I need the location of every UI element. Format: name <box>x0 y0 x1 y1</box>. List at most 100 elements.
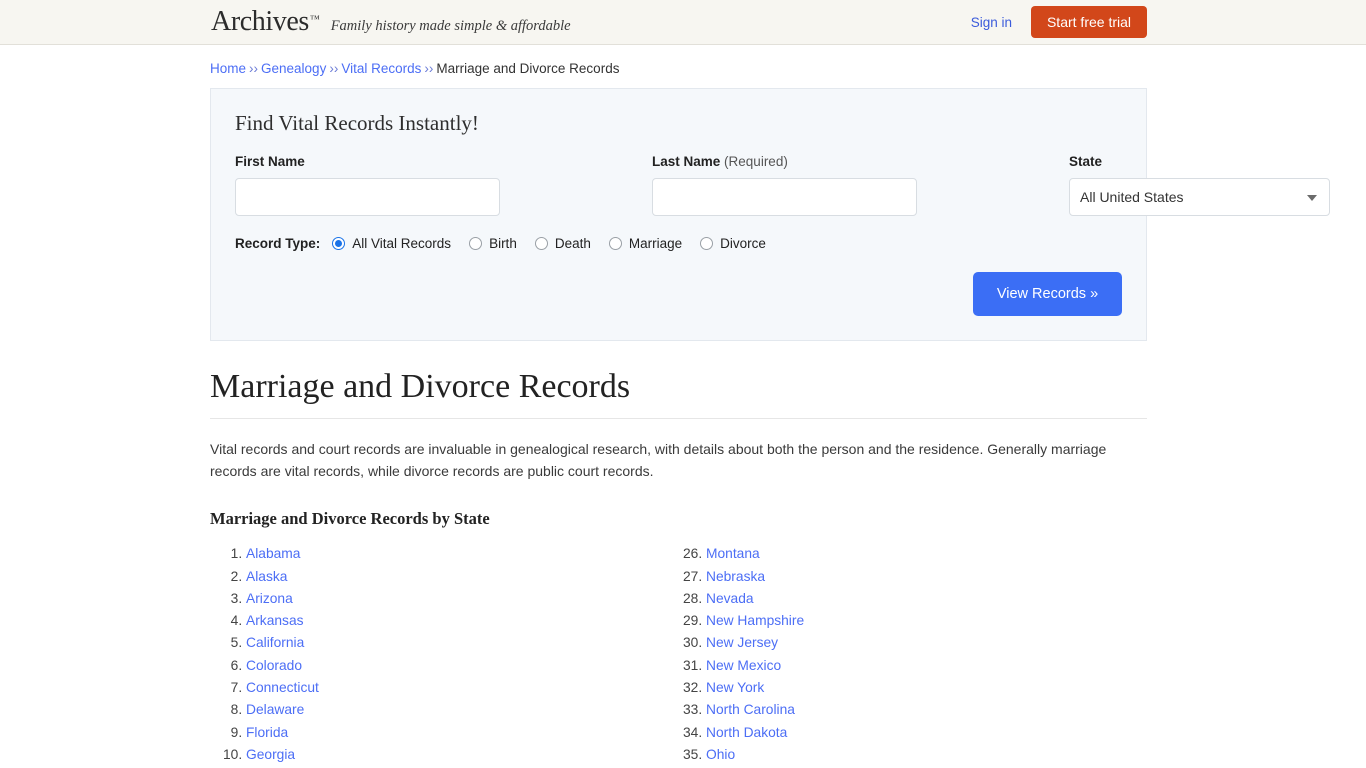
state-link-alabama[interactable]: Alabama <box>246 546 300 561</box>
state-label: State <box>1069 154 1103 169</box>
state-list-item: Alaska <box>246 566 670 588</box>
radio-icon[interactable] <box>534 237 548 250</box>
vital-records-search-panel: Find Vital Records Instantly! First Name… <box>210 88 1330 341</box>
state-field-group: State All United States <box>1069 154 1330 216</box>
radio-birth[interactable]: Birth <box>469 236 517 251</box>
state-list-item: California <box>246 632 670 654</box>
page-title: Marriage and Divorce Records <box>210 368 1147 419</box>
first-name-label: First Name <box>235 154 305 169</box>
radio-all-vital-records[interactable]: All Vital Records <box>332 236 451 251</box>
state-list-right: Montana Nebraska Nevada New Hampshire New Je… <box>670 543 1130 768</box>
breadcrumb-item-vital-records[interactable]: Vital Records <box>341 61 421 76</box>
header-actions: Sign in Start free trial <box>971 6 1147 38</box>
sign-in-link[interactable]: Sign in <box>971 15 1012 30</box>
chevron-down-icon <box>1307 195 1317 201</box>
radio-icon[interactable] <box>700 237 714 250</box>
state-link-north-dakota[interactable]: North Dakota <box>706 725 787 740</box>
state-links-columns: Alabama Alaska Arizona Arkansas California Co… <box>210 543 1147 768</box>
state-list-subheading: Marriage and Divorce Records by State <box>210 509 490 529</box>
search-panel-title: Find Vital Records Instantly! <box>235 111 479 135</box>
intro-paragraph: Vital records and court records are inva… <box>210 441 1107 480</box>
state-link-nevada[interactable]: Nevada <box>706 591 754 606</box>
trademark-icon: ™ <box>309 14 320 25</box>
state-list-item: New Hampshire <box>706 610 1130 632</box>
brand[interactable]: Archives ™ Family history made simple & a… <box>211 8 571 36</box>
state-list-item: Florida <box>246 722 670 744</box>
breadcrumb-separator: ›› <box>249 61 259 76</box>
radio-label-marriage: Marriage <box>628 236 683 251</box>
state-link-connecticut[interactable]: Connecticut <box>246 680 319 695</box>
view-records-button[interactable]: View Records » <box>973 272 1122 316</box>
brand-tagline: Family history made simple & affordable <box>330 18 571 34</box>
state-link-arkansas[interactable]: Arkansas <box>246 613 304 628</box>
radio-icon[interactable] <box>608 237 622 250</box>
radio-label-birth: Birth <box>489 236 517 251</box>
radio-label-death: Death <box>554 236 591 251</box>
radio-icon-selected[interactable] <box>332 237 346 250</box>
state-list-item: Alabama <box>246 543 670 565</box>
state-link-new-mexico[interactable]: New Mexico <box>706 658 781 673</box>
site-header: Archives ™ Family history made simple & a… <box>0 0 1366 45</box>
last-name-required-note: (Required) <box>724 154 788 169</box>
first-name-input[interactable] <box>235 178 500 216</box>
record-type-label: Record Type: <box>235 236 321 251</box>
state-list-item: Delaware <box>246 699 670 721</box>
state-list-item: New Mexico <box>706 655 1130 677</box>
state-link-new-hampshire[interactable]: New Hampshire <box>706 613 804 628</box>
state-link-ohio[interactable]: Ohio <box>706 747 735 762</box>
state-link-arizona[interactable]: Arizona <box>246 591 293 606</box>
last-name-input[interactable] <box>652 178 917 216</box>
state-link-alaska[interactable]: Alaska <box>246 569 287 584</box>
state-list-item: New York <box>706 677 1130 699</box>
state-link-georgia[interactable]: Georgia <box>246 747 295 762</box>
state-list-item: Ohio <box>706 744 1130 766</box>
state-select[interactable]: All United States <box>1069 178 1330 216</box>
breadcrumb-item-current: Marriage and Divorce Records <box>436 61 620 76</box>
state-list-item: Colorado <box>246 655 670 677</box>
state-list-item: Montana <box>706 543 1130 565</box>
state-list-item: New Jersey <box>706 632 1130 654</box>
search-fields-row: First Name Last Name (Required) State Al… <box>235 154 1330 216</box>
brand-logo-text: Archives <box>211 6 309 37</box>
breadcrumb-separator: ›› <box>424 61 434 76</box>
breadcrumb-item-home[interactable]: Home <box>210 61 246 76</box>
state-link-california[interactable]: California <box>246 635 304 650</box>
state-list-item: Nevada <box>706 588 1130 610</box>
state-link-new-jersey[interactable]: New Jersey <box>706 635 778 650</box>
radio-icon[interactable] <box>469 237 483 250</box>
state-list-item: Nebraska <box>706 566 1130 588</box>
state-link-new-york[interactable]: New York <box>706 680 764 695</box>
state-list-item: Georgia <box>246 744 670 766</box>
state-column-right: Montana Nebraska Nevada New Hampshire New Je… <box>670 543 1130 768</box>
state-list-item: Arkansas <box>246 610 670 632</box>
state-link-north-carolina[interactable]: North Carolina <box>706 702 795 717</box>
state-link-nebraska[interactable]: Nebraska <box>706 569 765 584</box>
search-submit-row: View Records » <box>235 272 1122 316</box>
state-list-item: Arizona <box>246 588 670 610</box>
last-name-label-text: Last Name <box>652 154 721 169</box>
radio-label-divorce: Divorce <box>720 236 766 251</box>
state-link-delaware[interactable]: Delaware <box>246 702 304 717</box>
first-name-field-group: First Name <box>235 154 500 216</box>
state-link-colorado[interactable]: Colorado <box>246 658 302 673</box>
state-list-left: Alabama Alaska Arizona Arkansas California Co… <box>210 543 670 768</box>
state-list-item: North Dakota <box>706 722 1130 744</box>
last-name-label: Last Name (Required) <box>652 154 917 169</box>
state-list-item: Connecticut <box>246 677 670 699</box>
state-column-left: Alabama Alaska Arizona Arkansas California Co… <box>210 543 670 768</box>
state-list-item: North Carolina <box>706 699 1130 721</box>
state-link-florida[interactable]: Florida <box>246 725 288 740</box>
page-body: Home ›› Genealogy ›› Vital Records ›› Marriage… <box>0 45 1366 768</box>
start-free-trial-button[interactable]: Start free trial <box>1030 6 1147 38</box>
radio-label-all-vital-records: All Vital Records <box>352 236 452 251</box>
state-select-value: All United States <box>1080 189 1184 205</box>
breadcrumb-item-genealogy[interactable]: Genealogy <box>261 61 326 76</box>
state-select-wrapper: All United States <box>1069 178 1330 216</box>
breadcrumb-separator: ›› <box>329 61 339 76</box>
last-name-field-group: Last Name (Required) <box>652 154 917 216</box>
breadcrumb: Home ›› Genealogy ›› Vital Records ›› Marriage… <box>210 45 1147 88</box>
radio-divorce[interactable]: Divorce <box>700 236 766 251</box>
radio-marriage[interactable]: Marriage <box>608 236 683 251</box>
state-link-montana[interactable]: Montana <box>706 546 760 561</box>
radio-death[interactable]: Death <box>534 236 591 251</box>
